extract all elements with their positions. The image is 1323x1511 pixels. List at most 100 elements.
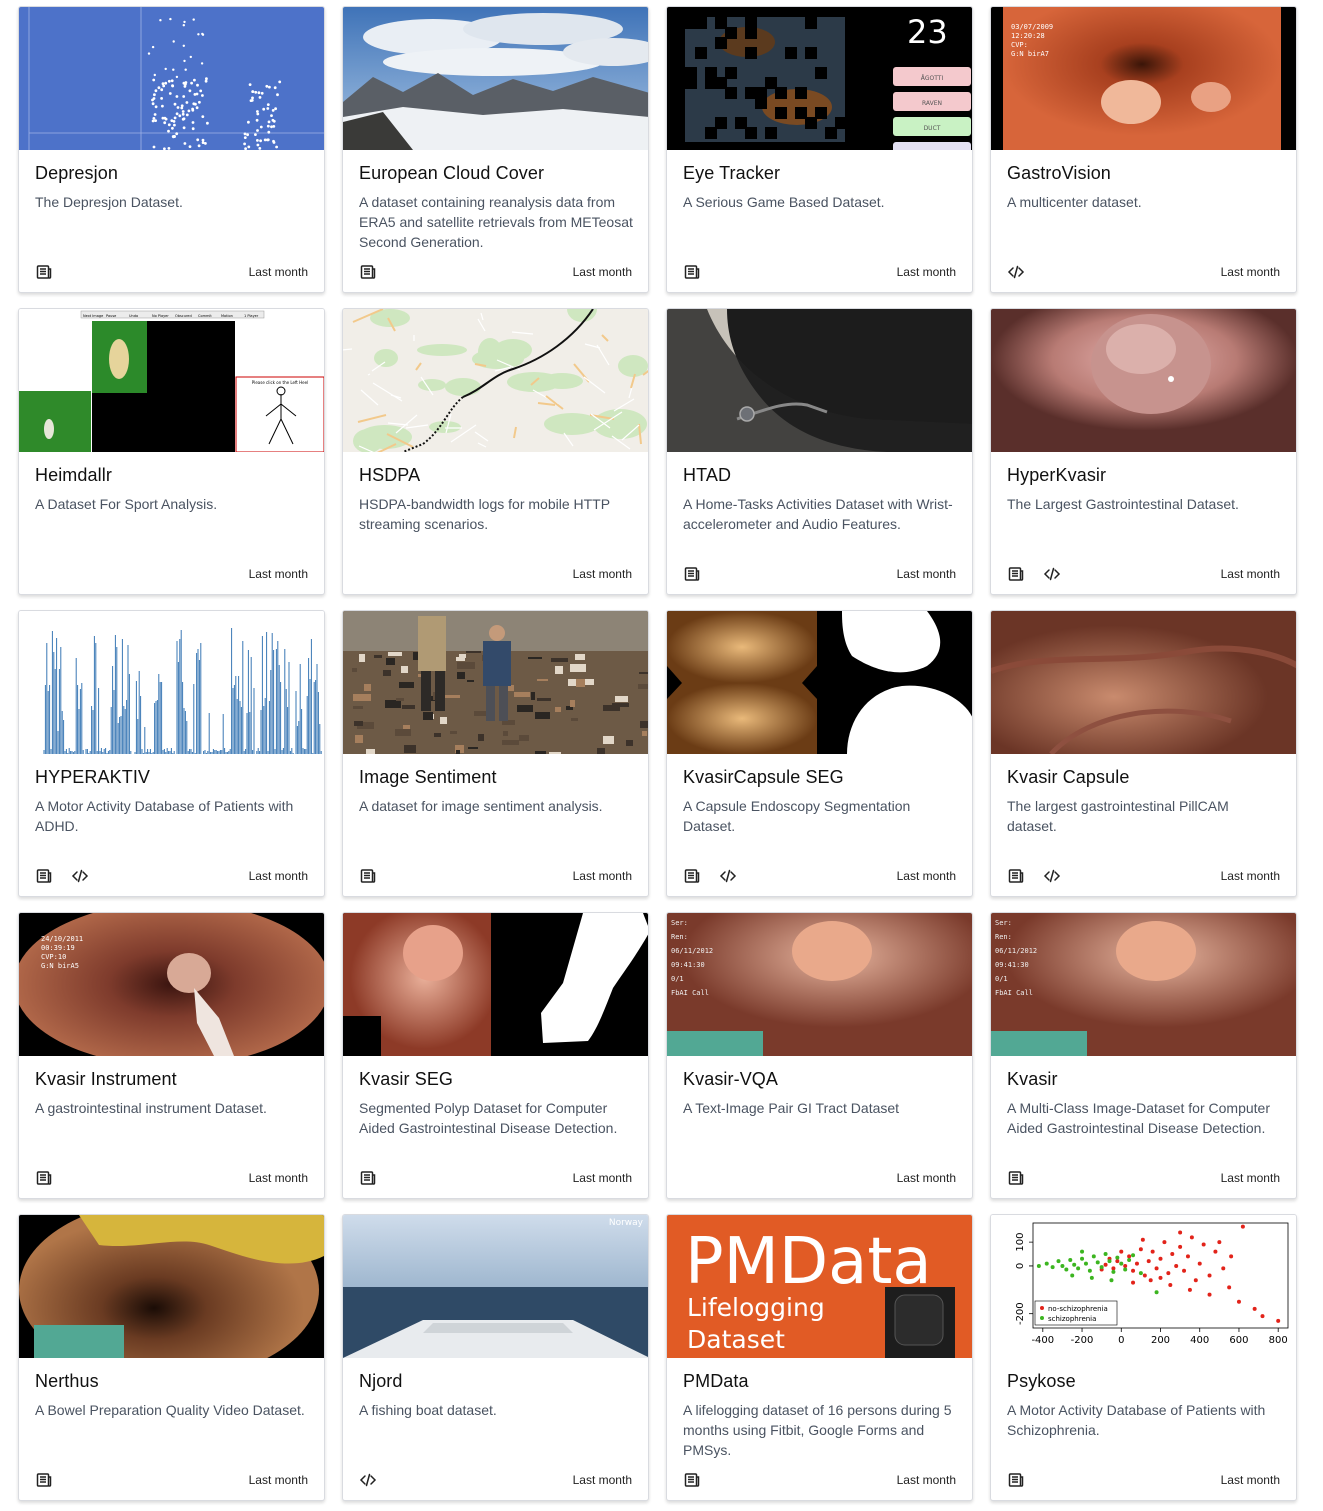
dataset-card-njord[interactable]: Norway Njord A fishing boat dataset. Las… <box>342 1214 649 1501</box>
data-point <box>1201 1242 1206 1247</box>
paper-icon[interactable] <box>359 867 377 885</box>
dataset-date: Last month <box>572 1473 632 1487</box>
dataset-card-hyperaktiv[interactable]: HYPERAKTIV A Motor Activity Database of … <box>18 610 325 897</box>
code-icon[interactable] <box>719 867 737 885</box>
dataset-card-kvasircapsule-seg[interactable]: KvasirCapsule SEG A Capsule Endoscopy Se… <box>666 610 973 897</box>
paper-icon[interactable] <box>683 867 701 885</box>
card-footer: Last month <box>683 262 956 282</box>
dataset-card-hsdpa[interactable]: HSDPA HSDPA-bandwidth logs for mobile HT… <box>342 308 649 595</box>
dataset-thumbnail <box>667 611 972 754</box>
thumbnail-image <box>667 611 972 754</box>
dataset-card-psykose[interactable]: -400 -200 0 200 400 600 800 -200 0 100 no-schizoph… <box>990 1214 1297 1501</box>
data-point <box>1148 1278 1153 1283</box>
data-point <box>1111 1269 1116 1274</box>
dataset-title: Kvasir Capsule <box>1007 767 1130 787</box>
data-point <box>1068 1257 1073 1262</box>
dataset-date: Last month <box>896 1171 956 1185</box>
dataset-date: Last month <box>572 265 632 279</box>
dataset-card-depresjon[interactable]: Depresjon The Depresjon Dataset. Last mo… <box>18 6 325 293</box>
dataset-description: A fishing boat dataset. <box>359 1402 497 1418</box>
svg-text:00:39:19: 00:39:19 <box>41 944 75 952</box>
paper-icon[interactable] <box>683 263 701 281</box>
data-point <box>1174 1263 1179 1268</box>
thumbnail-image <box>19 611 324 754</box>
data-point <box>1131 1280 1136 1285</box>
dataset-date: Last month <box>248 1473 308 1487</box>
code-icon[interactable] <box>71 867 89 885</box>
paper-icon[interactable] <box>1007 565 1025 583</box>
paper-icon[interactable] <box>359 1169 377 1187</box>
dataset-date: Last month <box>1220 567 1280 581</box>
thumbnail-image <box>19 7 324 150</box>
dataset-card-htad[interactable]: HTAD A Home-Tasks Activities Dataset wit… <box>666 308 973 595</box>
dataset-card-eye-tracker[interactable]: 23 ÅGOTTI RAVEN DUCT Eye Tracker A Serious … <box>666 6 973 293</box>
dataset-card-pmdata[interactable]: PMData Lifelogging Dataset PMData A lifelo… <box>666 1214 973 1501</box>
svg-text:0/1: 0/1 <box>995 975 1008 983</box>
card-footer: Last month <box>1007 262 1280 282</box>
paper-icon[interactable] <box>35 263 53 281</box>
dataset-card-kvasir-vqa[interactable]: Ser: Ren: 06/11/2012 09:41:30 0/1 FbAI Call K… <box>666 912 973 1199</box>
dataset-card-kvasir-instrument[interactable]: 24/10/2011 00:39:19 CVP:10 G:N birA5 Kvasir… <box>18 912 325 1199</box>
svg-text:DUCT: DUCT <box>924 125 941 132</box>
card-footer: Last month <box>1007 564 1280 584</box>
data-point <box>1103 1262 1108 1267</box>
data-point <box>1131 1253 1136 1258</box>
svg-text:23: 23 <box>907 13 948 51</box>
card-links <box>359 867 377 885</box>
dataset-card-kvasir[interactable]: Ser: Ren: 06/11/2012 09:41:30 0/1 FbAI Call K… <box>990 912 1297 1199</box>
data-point <box>1123 1267 1128 1272</box>
paper-icon[interactable] <box>35 1471 53 1489</box>
data-point <box>1229 1254 1234 1259</box>
paper-icon[interactable] <box>1007 867 1025 885</box>
dataset-title: European Cloud Cover <box>359 163 545 183</box>
data-point <box>1154 1266 1159 1271</box>
dataset-title: PMData <box>683 1371 749 1391</box>
dataset-card-image-sentiment[interactable]: Image Sentiment A dataset for image sent… <box>342 610 649 897</box>
paper-icon[interactable] <box>35 1169 53 1187</box>
dataset-card-heimdallr[interactable]: Next Image Pause Undo No Player Obscured Comm… <box>18 308 325 595</box>
dataset-card-european-cloud-cover[interactable]: European Cloud Cover A dataset containin… <box>342 6 649 293</box>
svg-text:FbAI Call: FbAI Call <box>995 989 1033 997</box>
scatter-chart: -400 -200 0 200 400 600 800 -200 0 100 no-schizoph… <box>991 1215 1296 1358</box>
card-links <box>1007 565 1061 583</box>
dataset-thumbnail <box>19 7 324 150</box>
svg-text:G:N birA7: G:N birA7 <box>1011 50 1049 58</box>
dataset-description: HSDPA-bandwidth logs for mobile HTTP str… <box>359 496 610 532</box>
paper-icon[interactable] <box>1007 1471 1025 1489</box>
data-point <box>1166 1271 1171 1276</box>
dataset-card-hyperkvasir[interactable]: HyperKvasir The Largest Gastrointestinal… <box>990 308 1297 595</box>
data-point <box>1150 1249 1155 1254</box>
svg-text:Ren:: Ren: <box>671 933 688 941</box>
paper-icon[interactable] <box>35 867 53 885</box>
thumbnail-image: 24/10/201100:39:19CVP:10G:N birA5 <box>19 913 324 1056</box>
data-point <box>1185 1254 1190 1259</box>
card-links <box>683 1471 701 1489</box>
card-footer: Last month <box>359 564 632 584</box>
dataset-card-nerthus[interactable]: Nerthus A Bowel Preparation Quality Vide… <box>18 1214 325 1501</box>
dataset-date: Last month <box>572 1171 632 1185</box>
dataset-thumbnail: 23 ÅGOTTI RAVEN DUCT <box>667 7 972 150</box>
paper-icon[interactable] <box>1007 1169 1025 1187</box>
data-point <box>1036 1263 1041 1268</box>
svg-text:Dataset: Dataset <box>687 1325 785 1354</box>
data-point <box>1207 1273 1212 1278</box>
paper-icon[interactable] <box>359 263 377 281</box>
dataset-card-kvasir-seg[interactable]: Kvasir SEG Segmented Polyp Dataset for C… <box>342 912 649 1199</box>
paper-icon[interactable] <box>683 565 701 583</box>
dataset-date: Last month <box>572 567 632 581</box>
paper-icon[interactable] <box>683 1471 701 1489</box>
dataset-title: HYPERAKTIV <box>35 767 151 787</box>
dataset-card-kvasir-capsule[interactable]: Kvasir Capsule The largest gastrointesti… <box>990 610 1297 897</box>
dataset-title: GastroVision <box>1007 163 1111 183</box>
code-icon[interactable] <box>359 1471 377 1489</box>
data-point <box>1170 1252 1175 1257</box>
code-icon[interactable] <box>1007 263 1025 281</box>
dataset-card-gastrovision[interactable]: 03/07/2009 12:20:28 CVP: G:N birA7 GastroVi… <box>990 6 1297 293</box>
dataset-thumbnail: Norway <box>343 1215 648 1358</box>
card-footer: Last month <box>359 866 632 886</box>
thumbnail-image <box>19 1215 324 1358</box>
code-icon[interactable] <box>1043 565 1061 583</box>
card-footer: Last month <box>683 564 956 584</box>
y-tick-label: 100 <box>1015 1233 1026 1252</box>
code-icon[interactable] <box>1043 867 1061 885</box>
